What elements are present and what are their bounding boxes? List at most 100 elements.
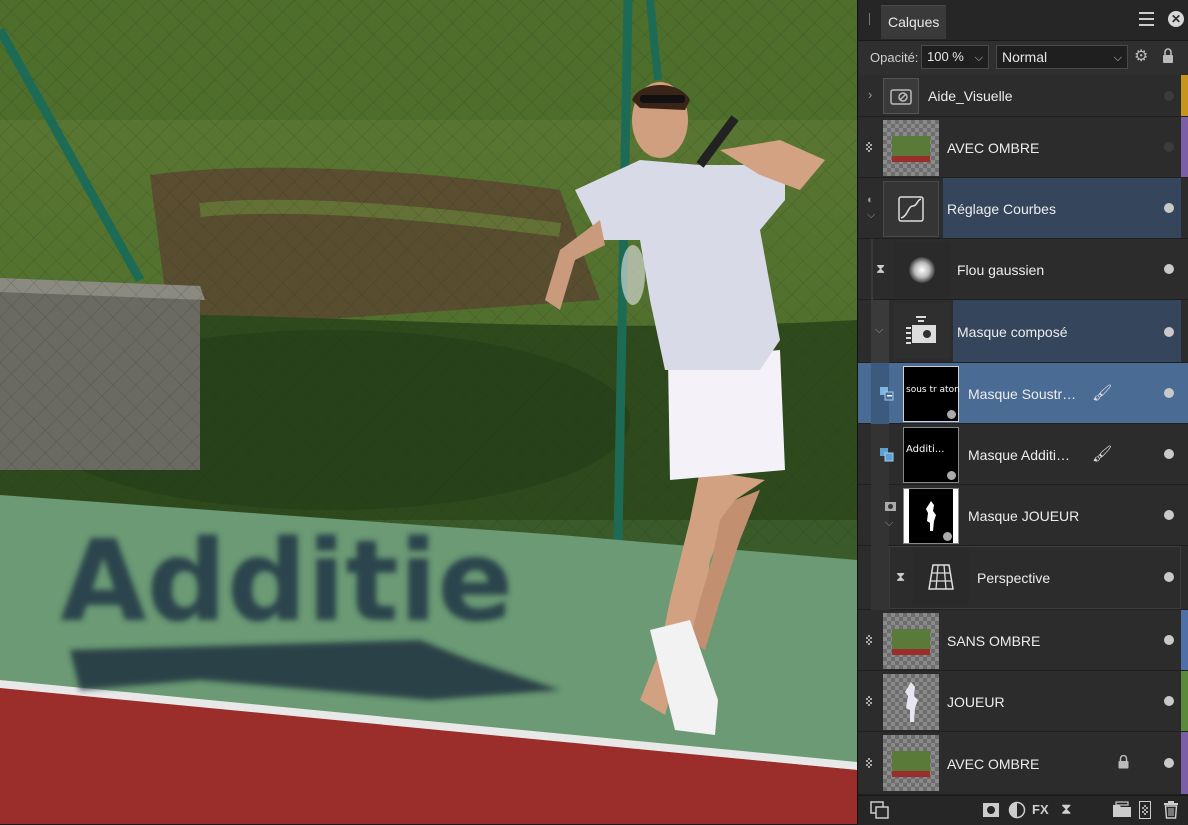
menu-icon[interactable] <box>1139 12 1154 26</box>
layer-row[interactable]: ⧗ Flou gaussien <box>858 239 1188 300</box>
filter-thumbnail <box>913 549 969 605</box>
layer-color-tag <box>1181 117 1188 177</box>
layer-name: JOUEUR <box>947 694 1005 710</box>
layer-row[interactable]: AVEC OMBRE <box>858 732 1188 795</box>
visibility-toggle[interactable] <box>1164 91 1174 101</box>
hourglass-icon[interactable]: ⧗ <box>1061 801 1072 819</box>
curves-thumbnail <box>883 181 939 237</box>
chevron-down-icon[interactable]: ⌵ <box>885 517 893 530</box>
visibility-toggle[interactable] <box>1164 142 1174 152</box>
layer-row[interactable]: SANS OMBRE <box>858 610 1188 671</box>
brush-icon: 🖌 <box>1092 446 1113 463</box>
layer-thumbnail <box>883 613 939 669</box>
layer-name: Masque Soustr… <box>968 386 1077 402</box>
close-icon[interactable]: ✕ <box>1168 11 1184 27</box>
visibility-toggle[interactable] <box>1164 264 1174 274</box>
gear-icon[interactable]: ⚙ <box>1134 49 1150 65</box>
panel-tab-bar: Calques ✕ <box>858 0 1188 41</box>
player-silhouette <box>926 501 936 531</box>
chevron-right-icon[interactable]: › <box>868 87 872 102</box>
chevron-down-icon: ⌵ <box>974 52 983 64</box>
brush-icon: 🖌 <box>1092 385 1113 402</box>
layer-stack-icon[interactable] <box>870 801 890 819</box>
pixel-layer-add-icon[interactable] <box>1139 801 1151 819</box>
group-icon[interactable] <box>1112 801 1132 819</box>
layer-color-tag <box>1181 610 1188 670</box>
delete-icon[interactable] <box>1163 801 1179 819</box>
layer-row[interactable]: Additi... Masque Additi… 🖌 <box>858 424 1188 485</box>
chevron-down-icon[interactable]: ⌵ <box>867 209 875 222</box>
mask-icon[interactable] <box>982 801 1000 819</box>
layers-list: › Aide_Visuelle AVEC OMBRE ◐ ⌵ Réglage C… <box>858 75 1188 795</box>
compound-mask-icon <box>906 316 936 344</box>
curves-icon <box>898 196 924 222</box>
pixel-layer-icon <box>866 142 872 152</box>
compound-mask-thumbnail <box>894 303 950 359</box>
opacity-value: 100 % <box>927 49 964 64</box>
lock-icon[interactable] <box>1162 48 1174 64</box>
pixel-layer-icon <box>866 758 872 768</box>
layer-color-tag <box>1181 732 1188 794</box>
layer-row[interactable]: sous tr aton Masque Soustr… 🖌 <box>858 363 1188 424</box>
filter-thumbnail <box>894 242 950 298</box>
lock-icon[interactable] <box>1118 755 1129 769</box>
adjustment-icon[interactable] <box>1008 801 1026 819</box>
group-thumbnail <box>883 78 919 114</box>
layer-name: Flou gaussien <box>957 262 1045 278</box>
pixel-layer-icon <box>866 696 872 706</box>
svg-text:Additie: Additie <box>60 517 513 647</box>
visibility-toggle[interactable] <box>1164 203 1174 213</box>
mask-thumbnail <box>903 488 959 544</box>
adjustment-indicator-icon: ◐ <box>867 194 874 206</box>
folder-icon <box>890 89 912 105</box>
layer-name: Aide_Visuelle <box>928 88 1013 104</box>
mask-thumbnail: sous tr aton <box>903 366 960 422</box>
layer-name: AVEC OMBRE <box>947 140 1040 156</box>
chevron-down-icon[interactable]: ⌵ <box>875 324 883 337</box>
layer-name: Masque JOUEUR <box>968 508 1080 524</box>
visibility-toggle[interactable] <box>1164 758 1174 768</box>
pixel-layer-icon <box>866 635 872 645</box>
layer-name: AVEC OMBRE <box>947 756 1040 772</box>
mask-thumbnail-text: sous tr aton <box>906 385 960 395</box>
visibility-toggle[interactable] <box>1164 449 1174 459</box>
layer-row[interactable]: AVEC OMBRE <box>858 117 1188 178</box>
layer-thumbnail <box>883 735 939 791</box>
layer-row[interactable]: ⧗ Perspective <box>858 546 1188 610</box>
tab-grip[interactable] <box>869 13 870 25</box>
painted-shadow-text: Additie <box>60 517 560 700</box>
layer-thumbnail <box>883 120 939 176</box>
layer-row[interactable]: ⌵ Masque composé <box>858 300 1188 363</box>
photo-tennis-player: Additie <box>0 0 857 824</box>
layer-row[interactable]: ◐ ⌵ Réglage Courbes <box>858 178 1188 239</box>
visibility-toggle[interactable] <box>1164 572 1174 582</box>
layer-name: SANS OMBRE <box>947 633 1041 649</box>
layers-panel: Calques ✕ Opacité: 100 % ⌵ Normal ⌵ ⚙ › <box>857 0 1188 825</box>
visibility-toggle[interactable] <box>1164 635 1174 645</box>
opacity-dropdown[interactable]: 100 % ⌵ <box>921 45 989 69</box>
hourglass-icon: ⧗ <box>896 569 906 584</box>
visibility-toggle[interactable] <box>1164 327 1174 337</box>
opacity-label: Opacité: <box>870 50 919 65</box>
hourglass-icon: ⧗ <box>876 261 886 276</box>
layer-name: Masque Additi… <box>968 447 1070 463</box>
tab-calques[interactable]: Calques <box>881 5 947 39</box>
visibility-toggle[interactable] <box>1164 696 1174 706</box>
mask-thumbnail: Additi... <box>903 427 959 483</box>
mask-layer-icon <box>885 502 896 511</box>
layer-name: Perspective <box>977 570 1051 586</box>
document-canvas[interactable]: Additie <box>0 0 857 824</box>
layer-thumbnail <box>883 674 939 730</box>
mask-thumbnail-text: Additi... <box>906 444 945 455</box>
blend-mode-dropdown[interactable]: Normal ⌵ <box>996 45 1128 69</box>
visibility-toggle[interactable] <box>1164 388 1174 398</box>
layers-bottom-toolbar: FX ⧗ <box>858 795 1188 825</box>
visibility-toggle[interactable] <box>1164 510 1174 520</box>
layer-row[interactable]: ⌵ Masque JOUEUR <box>858 485 1188 546</box>
subtract-mode-icon <box>880 387 894 401</box>
fx-icon[interactable]: FX <box>1032 801 1049 819</box>
layer-row[interactable]: › Aide_Visuelle <box>858 75 1188 117</box>
layer-name: Masque composé <box>957 324 1068 340</box>
layer-row[interactable]: JOUEUR <box>858 671 1188 732</box>
blend-mode-value: Normal <box>1002 49 1048 65</box>
